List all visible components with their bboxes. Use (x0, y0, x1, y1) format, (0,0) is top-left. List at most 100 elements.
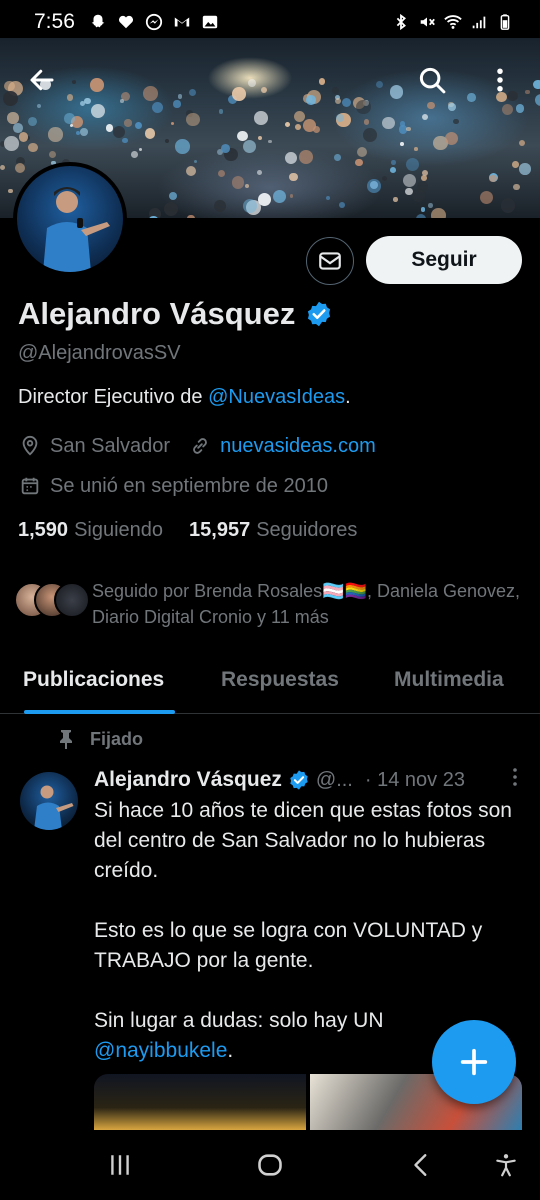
tweet-date[interactable]: · 14 nov 23 (365, 769, 465, 792)
banner-crowd-detail (355, 158, 363, 166)
banner-crowd-detail (284, 122, 291, 128)
tweet-author-handle: @... (315, 768, 353, 791)
bio-mention-link[interactable]: @NuevasIdeas (208, 386, 345, 408)
banner-crowd-detail (325, 195, 330, 200)
banner-crowd-detail (221, 143, 231, 153)
banner-crowd-detail (36, 104, 41, 109)
following-count-link[interactable]: 1,590 Siguiendo (18, 519, 163, 542)
banner-crowd-detail (421, 175, 427, 181)
gmail-icon (174, 17, 190, 27)
snapchat-icon (91, 14, 105, 28)
tweet-author-name[interactable]: Alejandro Vásquez (94, 768, 282, 792)
banner-crowd-detail (186, 112, 200, 127)
search-button[interactable] (412, 60, 452, 100)
banner-crowd-detail (187, 214, 195, 218)
banner-crowd-detail (163, 201, 179, 216)
system-back-button[interactable] (402, 1148, 442, 1182)
followers-count: 15,957 (189, 519, 251, 541)
profile-bio: Director Ejecutivo de @NuevasIdeas. (18, 386, 351, 409)
banner-crowd-detail (416, 213, 427, 218)
banner-crowd-detail (112, 126, 125, 139)
banner-crowd-detail (516, 104, 525, 113)
search-icon (419, 67, 446, 94)
tweet-paragraph: Esto es lo que se logra con VOLUNTAD y T… (94, 919, 483, 972)
banner-crowd-detail (124, 119, 132, 127)
banner-crowd-detail (294, 216, 309, 218)
banner-crowd-detail (339, 202, 345, 208)
compose-plus-icon (460, 1048, 488, 1076)
message-button[interactable] (306, 237, 354, 285)
followed-by-avatars (14, 582, 90, 622)
compose-button[interactable] (432, 1020, 516, 1104)
tweet-photo[interactable] (94, 1074, 306, 1130)
banner-crowd-detail (272, 189, 286, 204)
accessibility-button[interactable] (486, 1148, 526, 1182)
banner-crowd-detail (393, 197, 398, 202)
follow-button[interactable]: Seguir (366, 236, 522, 284)
banner-crowd-detail (399, 120, 406, 127)
back-icon (414, 1154, 427, 1176)
banner-crowd-detail (138, 147, 143, 152)
banner-crowd-detail (7, 112, 19, 124)
banner-crowd-detail (244, 183, 250, 189)
banner-crowd-detail (80, 128, 88, 136)
tweet-text-fragment: . (227, 1039, 234, 1062)
more-options-button[interactable] (480, 60, 520, 100)
banner-crowd-detail (284, 151, 297, 164)
banner-crowd-detail (268, 140, 272, 144)
profile-tabs: Publicaciones Respuestas Multimedia (0, 660, 540, 714)
banner-crowd-detail (15, 163, 26, 174)
banner-crowd-detail (405, 157, 419, 171)
location-icon (18, 434, 42, 458)
banner-crowd-detail (194, 160, 198, 164)
tab-respuestas[interactable]: Respuestas (221, 668, 339, 692)
followed-by-row[interactable]: Seguido por Brenda Rosales🏳️‍⚧️🏳️‍🌈, Dan… (14, 578, 524, 630)
more-vertical-icon (497, 68, 503, 92)
banner-crowd-detail (48, 127, 63, 142)
tab-multimedia[interactable]: Multimedia (394, 668, 504, 692)
followers-label: Seguidores (256, 519, 358, 541)
profile-handle: @AlejandrovasSV (18, 342, 181, 364)
banner-crowd-detail (186, 166, 197, 177)
profile-website-link[interactable]: nuevasideas.com (220, 435, 376, 458)
back-button[interactable] (22, 60, 62, 100)
banner-crowd-detail (290, 194, 294, 198)
followers-count-link[interactable]: 15,957 Seguidores (189, 519, 357, 542)
banner-crowd-detail (414, 147, 418, 151)
profile-meta-joined-row: Se unió en septiembre de 2010 (18, 474, 328, 498)
calendar-icon (18, 474, 42, 498)
verified-badge-icon[interactable] (305, 300, 333, 328)
tweet-mention-link[interactable]: @nayibbukele (94, 1039, 227, 1062)
banner-crowd-detail (175, 139, 190, 154)
following-label: Siguiendo (74, 519, 164, 541)
profile-location: San Salvador (50, 434, 171, 457)
banner-crowd-detail (500, 198, 516, 214)
battery-icon (500, 14, 510, 30)
banner-crowd-detail (122, 137, 128, 144)
banner-crowd-detail (237, 130, 248, 141)
active-tab-indicator (24, 710, 175, 714)
profile-avatar[interactable] (13, 162, 127, 276)
tweet-more-button[interactable] (506, 766, 524, 794)
wifi-icon (444, 15, 462, 29)
banner-crowd-detail (28, 142, 38, 153)
banner-crowd-detail (243, 139, 257, 153)
home-button[interactable] (250, 1148, 290, 1182)
banner-crowd-detail (421, 113, 428, 120)
avatar (43, 187, 110, 272)
tab-publicaciones[interactable]: Publicaciones (23, 668, 164, 692)
banner-crowd-detail (257, 169, 263, 175)
tweet-author-avatar[interactable] (20, 772, 78, 830)
banner-crowd-detail (390, 160, 396, 165)
banner-crowd-detail (390, 166, 396, 173)
banner-crowd-detail (400, 141, 405, 146)
pinned-label-row: Fijado (56, 728, 143, 750)
banner-crowd-detail (295, 124, 302, 131)
banner-crowd-detail (4, 136, 19, 151)
banner-crowd-detail (28, 117, 38, 127)
banner-crowd-detail (218, 109, 223, 114)
profile-name-row: Alejandro Vásquez (18, 296, 333, 332)
banner-crowd-detail (444, 131, 459, 145)
recents-button[interactable] (100, 1148, 140, 1182)
banner-crowd-detail (105, 124, 114, 132)
